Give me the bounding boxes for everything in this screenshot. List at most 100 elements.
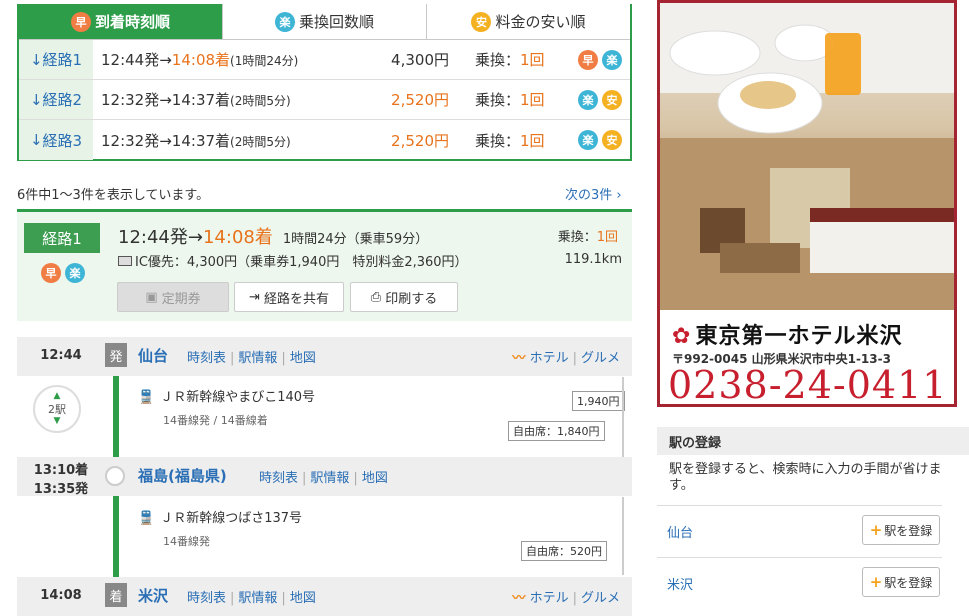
train-label: ＪＲ新幹線つばさ137号 — [160, 511, 303, 526]
summary-time: 12:44発→14:08着 1時間24分（乗車59分） — [118, 223, 428, 249]
route-link[interactable]: ↓ 経路3 — [19, 120, 93, 160]
transfer-label: 乗換： — [475, 51, 521, 69]
seat-fare: 自由席：520円 — [521, 541, 607, 561]
fast-badge-icon: 早 — [578, 49, 598, 70]
transfer-count: 1回 — [596, 230, 618, 245]
register-station-name[interactable]: 米沢 — [667, 574, 693, 593]
route-row-3[interactable]: ↓ 経路3 12:32発→14:37着(2時間5分) 2,520円 乗換：1回 楽… — [19, 120, 630, 160]
result-count: 6件中1～3件を表示しています。 — [17, 188, 210, 203]
next-page-link[interactable]: 次の3件 › — [565, 184, 622, 203]
duration: 1時間24分（乗車59分） — [282, 232, 429, 247]
cheap-badge-icon: 安 — [471, 11, 492, 32]
button-label: 駅を登録 — [884, 575, 933, 590]
route-summary: 経路1 早 楽 12:44発→14:08着 1時間24分（乗車59分） IC優先：… — [17, 209, 632, 321]
depart-time: 13:35発 — [33, 482, 89, 497]
arrive-time: 13:10着 — [33, 463, 89, 478]
timetable-link[interactable]: 時刻表 — [187, 591, 226, 606]
plus-icon: + — [869, 573, 883, 591]
button-label: 定期券 — [161, 291, 201, 307]
timetable-link[interactable]: 時刻表 — [259, 471, 298, 486]
bed-runner — [810, 208, 954, 222]
route-transfers: 乗換：1回 — [449, 130, 549, 151]
commuter-pass-button[interactable]: ▣ 定期券 — [117, 282, 229, 312]
dep-time: 12:32発→ — [101, 131, 172, 150]
station-time: 12:44 — [40, 348, 82, 363]
map-link[interactable]: 地図 — [362, 471, 388, 486]
arr-time: 14:37着 — [171, 91, 231, 109]
plus-icon: + — [869, 521, 883, 539]
duration: (2時間5分) — [230, 94, 291, 108]
gourmet-link[interactable]: グルメ — [581, 351, 620, 366]
map-link[interactable]: 地図 — [290, 351, 316, 366]
station-row-yonezawa: 14:08 着 米沢 時刻表 | 駅情報 | 地図 〰 ホテル | グルメ — [17, 577, 632, 616]
tab-label: 乗換回数順 — [298, 13, 374, 31]
route-time: 12:32発→14:37着(2時間5分) — [93, 130, 373, 151]
ic-fare-text: IC優先：4,300円（乗車券1,940円 特別料金2,360円） — [135, 255, 468, 270]
station-info-link[interactable]: 駅情報 — [238, 591, 277, 606]
route-fare: 2,520円 — [391, 131, 449, 150]
route-badges: 楽 安 — [549, 130, 630, 150]
gourmet-link[interactable]: グルメ — [581, 591, 620, 606]
station-time: 13:10着 13:35発 — [17, 459, 105, 497]
train-label: ＪＲ新幹線やまびこ140号 — [160, 390, 316, 405]
easy-badge-icon: 楽 — [578, 89, 598, 110]
arr-time: 14:37着 — [171, 131, 231, 150]
share-route-button[interactable]: ⇥ 経路を共有 — [234, 282, 344, 312]
route-time: 12:44発→14:08着(1時間24分) — [93, 49, 373, 70]
tab-arrival-order[interactable]: 早 到着時刻順 — [19, 4, 223, 39]
fast-badge-icon: 早 — [41, 263, 61, 283]
fare-range-bar — [622, 377, 624, 457]
register-row: 米沢 + 駅を登録 — [657, 557, 942, 607]
cheap-badge-icon: 安 — [602, 130, 622, 150]
register-station-button[interactable]: + 駅を登録 — [862, 567, 940, 597]
stops-label: 2駅 — [48, 403, 66, 416]
seat-fare: 自由席：1,840円 — [508, 421, 605, 441]
tab-fare-order[interactable]: 安 料金の安い順 — [427, 4, 630, 39]
route-link[interactable]: ↓ 経路2 — [19, 80, 93, 119]
hotel-name-text: 東京第一ホテル米沢 — [695, 324, 903, 349]
station-row-fukushima: 13:10着 13:35発 福島(福島県) 時刻表 | 駅情報 | 地図 — [17, 457, 632, 497]
station-links: 時刻表 | 駅情報 | 地図 — [259, 471, 388, 486]
station-time: 14:08 — [40, 588, 82, 603]
stops-count[interactable]: ▲ 2駅 ▼ — [33, 385, 81, 433]
station-name[interactable]: 仙台 — [138, 345, 168, 366]
station-info-link[interactable]: 駅情報 — [238, 351, 277, 366]
register-description: 駅を登録すると、検索時に入力の手間が省けます。 — [669, 462, 942, 493]
transfer-count: 1回 — [520, 91, 545, 109]
route-row-1[interactable]: ↓ 経路1 12:44発→14:08着(1時間24分) 4,300円 乗換：1回 … — [19, 40, 630, 80]
ic-card-icon — [118, 256, 132, 266]
train-icon: 🚆 — [138, 511, 155, 526]
transfer-point — [105, 466, 125, 486]
register-station-button[interactable]: + 駅を登録 — [862, 515, 940, 545]
button-label: 駅を登録 — [884, 523, 933, 538]
sort-tabs: 早 到着時刻順 楽 乗換回数順 安 料金の安い順 — [19, 4, 630, 40]
route-time: 12:32発→14:37着(2時間5分) — [93, 89, 373, 110]
hotel-photo — [660, 3, 954, 310]
summary-badges: 早 楽 — [41, 263, 89, 283]
bed-shape — [810, 218, 954, 273]
hotel-name: ✿ 東京第一ホテル米沢 — [672, 318, 902, 350]
hotel-link[interactable]: ホテル — [530, 591, 569, 606]
station-name[interactable]: 米沢 — [138, 585, 168, 606]
share-icon: ⇥ — [249, 289, 260, 305]
button-label: 経路を共有 — [263, 291, 329, 307]
tab-transfer-order[interactable]: 楽 乗換回数順 — [223, 4, 427, 39]
depart-mark: 発 — [105, 343, 127, 367]
route-label: 経路1 — [42, 51, 83, 69]
map-link[interactable]: 地図 — [290, 591, 316, 606]
timetable-link[interactable]: 時刻表 — [187, 351, 226, 366]
station-info-link[interactable]: 駅情報 — [310, 471, 349, 486]
route-row-2[interactable]: ↓ 経路2 12:32発→14:37着(2時間5分) 2,520円 乗換：1回 楽… — [19, 80, 630, 120]
station-extras: 〰 ホテル | グルメ — [512, 591, 620, 606]
hotel-ad-banner[interactable]: ✿ 東京第一ホテル米沢 〒992-0045 山形県米沢市中央1-13-3 0238… — [657, 0, 957, 407]
hotel-link[interactable]: ホテル — [530, 351, 569, 366]
easy-badge-icon: 楽 — [274, 11, 295, 32]
route-link[interactable]: ↓ 経路1 — [19, 40, 93, 79]
station-name[interactable]: 福島(福島県) — [138, 465, 227, 486]
dep-time: 12:44発→ — [101, 51, 172, 69]
next-label: 次の3件 — [565, 188, 613, 203]
register-station-name[interactable]: 仙台 — [667, 522, 693, 541]
route-list: ↓ 経路1 12:44発→14:08着(1時間24分) 4,300円 乗換：1回 … — [19, 40, 630, 160]
fast-badge-icon: 早 — [70, 11, 91, 32]
print-button[interactable]: ⎙ 印刷する — [350, 282, 458, 312]
